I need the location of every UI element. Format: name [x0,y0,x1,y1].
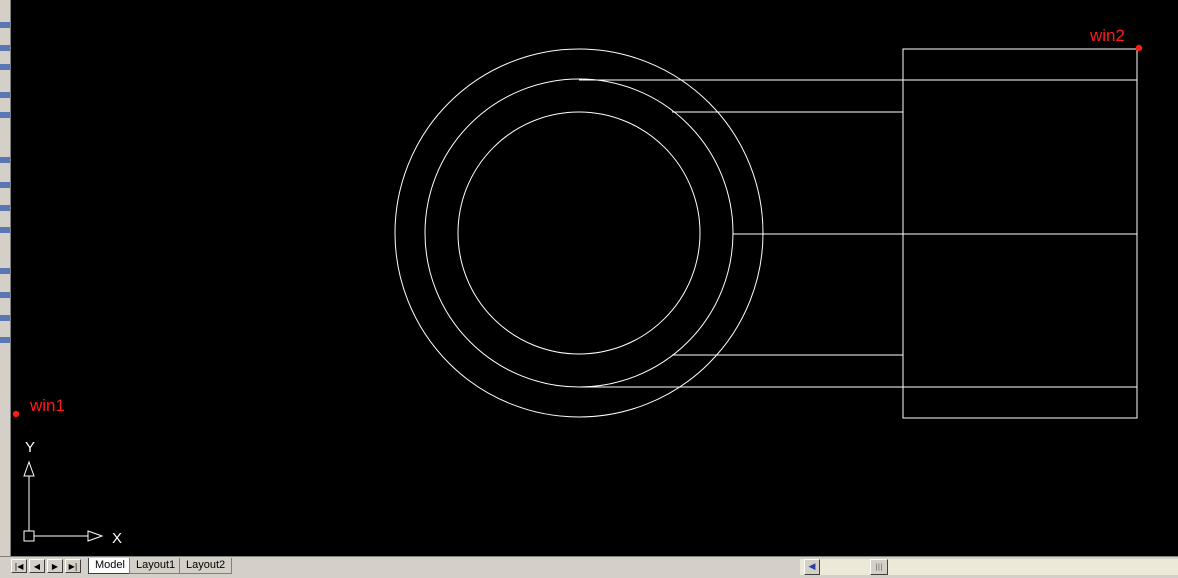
toolbar-tool-icon[interactable] [0,45,10,51]
ucs-y-label: Y [25,439,35,456]
toolbar-tool-icon[interactable] [0,292,10,298]
ucs-x-label: X [112,530,122,547]
scroll-left-button[interactable]: ◀ [804,559,820,575]
first-tab-button[interactable]: |◀ [11,559,27,573]
win1-label: win1 [29,396,65,415]
toolbar-tool-icon[interactable] [0,112,10,118]
left-toolbar[interactable] [0,0,11,556]
toolbar-tool-icon[interactable] [0,227,10,233]
toolbar-tool-icon[interactable] [0,22,10,28]
next-icon: ▶ [51,562,59,571]
last-tab-button[interactable]: ▶| [65,559,81,573]
first-icon: |◀ [14,562,24,571]
horizontal-scrollbar[interactable]: ◀ ||| [800,559,1178,575]
toolbar-tool-icon[interactable] [0,157,10,163]
toolbar-tool-icon[interactable] [0,92,10,98]
next-tab-button[interactable]: ▶ [47,559,63,573]
toolbar-tool-icon[interactable] [0,315,10,321]
grip-icon: ||| [875,563,883,571]
toolbar-tool-icon[interactable] [0,337,10,343]
toolbar-tool-icon[interactable] [0,268,10,274]
tab-model[interactable]: Model [88,558,132,574]
previous-tab-button[interactable]: ◀ [29,559,45,573]
chevron-left-icon: ◀ [808,562,816,572]
drawing-canvas[interactable]: win1 win2 Y X [11,0,1178,556]
last-icon: ▶| [68,562,78,571]
scrollbar-thumb[interactable]: ||| [870,559,888,575]
tab-layout2[interactable]: Layout2 [179,558,233,574]
win1-point-marker [12,410,20,418]
toolbar-tool-icon[interactable] [0,205,10,211]
tab-layout1[interactable]: Layout1 [129,558,183,574]
canvas-background [11,0,1178,556]
toolbar-tool-icon[interactable] [0,64,10,70]
previous-icon: ◀ [33,562,41,571]
win2-point-marker [1135,44,1143,52]
layout-tab-bar: |◀ ◀ ▶ ▶| Model Layout1 Layout2 ◀ ||| [0,556,1178,578]
win2-label: win2 [1089,26,1125,45]
toolbar-tool-icon[interactable] [0,182,10,188]
